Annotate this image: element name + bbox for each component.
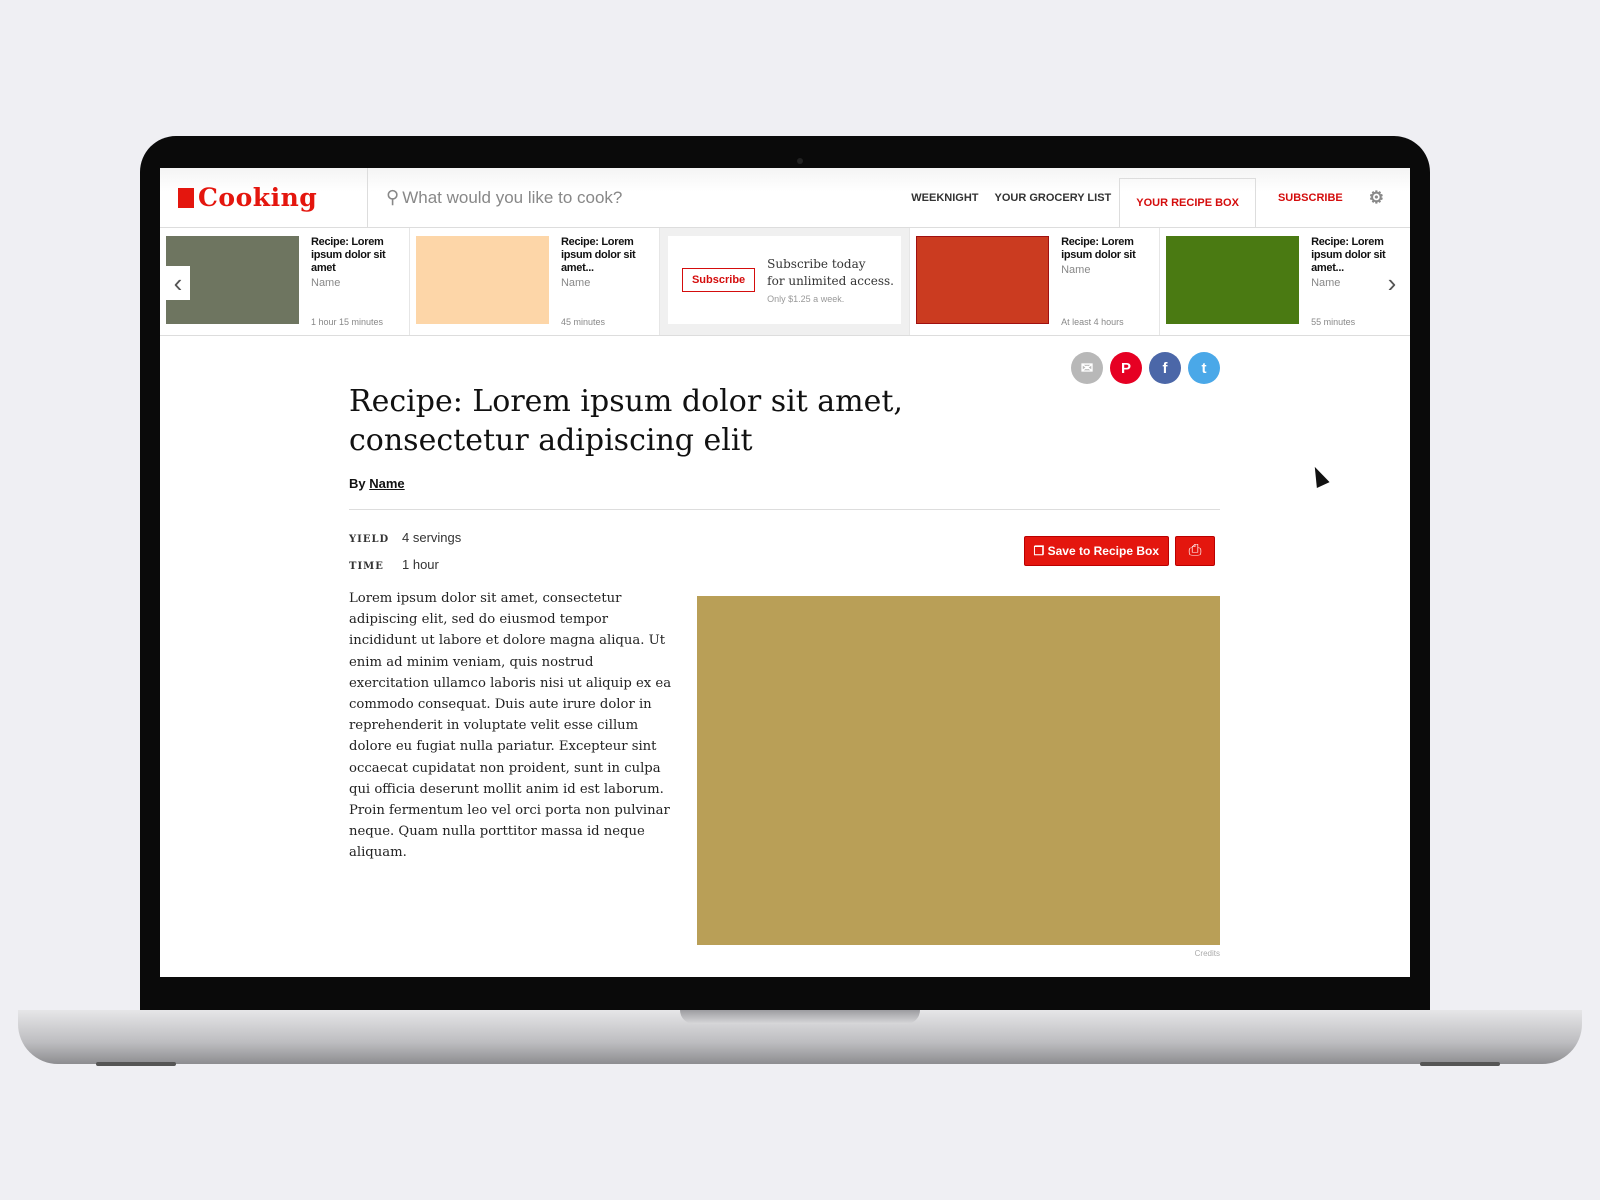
time-value: 1 hour bbox=[402, 557, 439, 572]
print-button[interactable]: ⎙ bbox=[1175, 536, 1215, 566]
time-label: TIME bbox=[349, 561, 384, 572]
card-title: Recipe: Lorem ipsum dolor sit bbox=[1061, 236, 1136, 261]
main-nav: WEEKNIGHT YOUR GROCERY LIST YOUR RECIPE … bbox=[903, 168, 1410, 228]
promo-price: Only $1.25 a week. bbox=[767, 294, 845, 304]
carousel-card[interactable]: Recipe: Lorem ipsum dolor sit amet Name 1 … bbox=[160, 228, 410, 335]
search-bar[interactable]: ⚲ What would you like to cook? bbox=[368, 187, 903, 208]
recipe-title: Recipe: Lorem ipsum dolor sit amet, cons… bbox=[349, 384, 903, 458]
laptop-foot bbox=[1420, 1062, 1500, 1066]
laptop-notch bbox=[680, 1010, 920, 1024]
laptop-foot bbox=[96, 1062, 176, 1066]
save-to-recipe-box-button[interactable]: ❐ Save to Recipe Box bbox=[1023, 536, 1169, 566]
card-image bbox=[1166, 236, 1300, 324]
card-author: Name bbox=[560, 277, 591, 289]
card-title: Recipe: Lorem ipsum dolor sit amet bbox=[311, 236, 386, 274]
logo[interactable]: Cooking bbox=[160, 168, 368, 228]
nav-weeknight[interactable]: WEEKNIGHT bbox=[903, 192, 986, 204]
photo-credits[interactable]: Credits bbox=[1195, 949, 1220, 959]
search-icon: ⚲ bbox=[386, 187, 400, 207]
yield-label: YIELD bbox=[349, 534, 390, 545]
divider bbox=[349, 509, 1220, 510]
card-author: Name bbox=[311, 277, 341, 289]
recipe-photo bbox=[697, 596, 1220, 945]
card-title: Recipe: Lorem ipsum dolor sit amet... bbox=[560, 236, 636, 274]
bookmark-icon: ❐ bbox=[1033, 544, 1045, 558]
recipe-main: ✉ P f t Recipe: Lorem ipsum dolor sit am… bbox=[349, 352, 1220, 972]
card-duration: 55 minutes bbox=[1311, 317, 1356, 327]
card-duration: 1 hour 15 minutes bbox=[311, 317, 384, 327]
gear-icon[interactable]: ⚙ bbox=[1361, 188, 1392, 208]
top-bar: Cooking ⚲ What would you like to cook? WE… bbox=[160, 168, 1410, 228]
author-link[interactable]: Name bbox=[369, 476, 404, 491]
card-duration: At least 4 hours bbox=[1061, 317, 1124, 327]
card-author: Name bbox=[1061, 264, 1091, 276]
promo-line: for unlimited access. bbox=[767, 274, 894, 288]
subscribe-promo: Subscribe Subscribe today for unlimited ac… bbox=[659, 228, 911, 335]
carousel-card[interactable]: Recipe: Lorem ipsum dolor sit amet... Nam… bbox=[410, 228, 660, 335]
camera bbox=[797, 158, 803, 164]
twitter-icon[interactable]: t bbox=[1188, 352, 1220, 384]
print-icon: ⎙ bbox=[1188, 542, 1202, 559]
promo-subscribe-button[interactable]: Subscribe bbox=[681, 268, 756, 292]
logo-text: Cooking bbox=[198, 183, 318, 212]
nav-recipe-box[interactable]: YOUR RECIPE BOX bbox=[1119, 177, 1256, 228]
email-icon[interactable]: ✉ bbox=[1071, 352, 1103, 384]
facebook-icon[interactable]: f bbox=[1149, 352, 1181, 384]
recipe-actions: ❐ Save to Recipe Box ⎙ bbox=[1023, 536, 1215, 566]
nav-subscribe[interactable]: SUBSCRIBE bbox=[1270, 192, 1351, 204]
card-image bbox=[415, 236, 549, 324]
recipe-description: Lorem ipsum dolor sit amet, consectetur … bbox=[349, 591, 672, 861]
carousel-card[interactable]: Recipe: Lorem ipsum dolor sit Name At leas… bbox=[910, 228, 1161, 335]
pinterest-icon[interactable]: P bbox=[1110, 352, 1142, 384]
byline-prefix: By bbox=[349, 476, 366, 491]
chevron-right-icon[interactable]: › bbox=[1380, 266, 1404, 300]
recipe-carousel: Recipe: Lorem ipsum dolor sit amet Name 1 … bbox=[160, 228, 1410, 336]
carousel-card[interactable]: Recipe: Lorem ipsum dolor sit amet... Nam… bbox=[1160, 228, 1410, 335]
search-input[interactable]: What would you like to cook? bbox=[402, 188, 622, 208]
card-image bbox=[916, 236, 1050, 324]
byline: By Name bbox=[349, 476, 1220, 491]
nav-grocery-list[interactable]: YOUR GROCERY LIST bbox=[987, 192, 1120, 204]
card-duration: 45 minutes bbox=[560, 317, 606, 327]
save-label: Save to Recipe Box bbox=[1047, 544, 1159, 558]
promo-line: Subscribe today bbox=[767, 257, 866, 271]
share-buttons: ✉ P f t bbox=[1071, 352, 1220, 384]
yield-value: 4 servings bbox=[402, 530, 462, 545]
browser-screen: Cooking ⚲ What would you like to cook? WE… bbox=[160, 168, 1410, 977]
chevron-left-icon[interactable]: ‹ bbox=[166, 266, 190, 300]
